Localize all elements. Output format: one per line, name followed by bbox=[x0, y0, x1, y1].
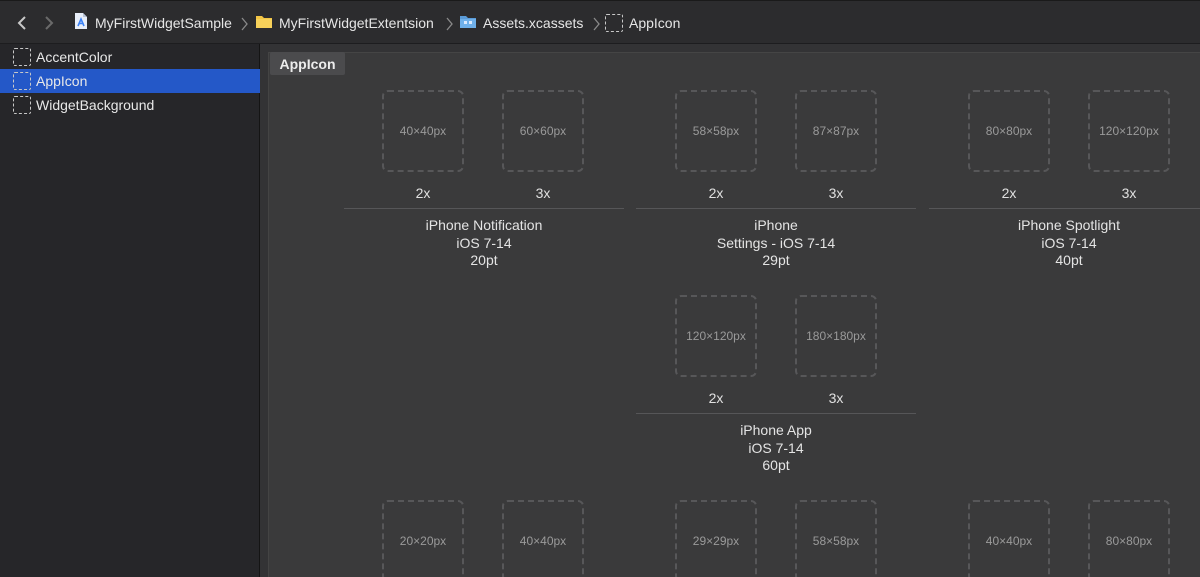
folder-icon bbox=[255, 13, 273, 34]
group-label-line: iPhone Notification bbox=[425, 217, 543, 233]
group-divider bbox=[344, 208, 624, 209]
group-label-line: 20pt bbox=[470, 252, 498, 268]
icon-slot-well[interactable]: 40×40px bbox=[382, 90, 464, 172]
breadcrumb-item-assets[interactable]: Assets.xcassets bbox=[459, 1, 583, 45]
icon-slot-well[interactable]: 180×180px bbox=[795, 295, 877, 377]
asset-list-item-widgetbackground[interactable]: WidgetBackground bbox=[0, 93, 260, 117]
group-label-line: iPhone Spotlight bbox=[1018, 217, 1120, 233]
chevron-right-icon bbox=[446, 17, 454, 36]
scale-label: 3x bbox=[828, 390, 844, 406]
asset-list-item-accentcolor[interactable]: AccentColor bbox=[0, 45, 260, 69]
group-label-line: iOS 7-14 bbox=[456, 234, 512, 251]
set-title: AppIcon bbox=[270, 52, 345, 75]
group-label-line: Settings - iOS 7-14 bbox=[716, 234, 836, 251]
color-set-icon bbox=[13, 96, 31, 114]
group-divider bbox=[636, 413, 916, 414]
chevron-right-icon bbox=[241, 17, 249, 36]
asset-list-sidebar: AccentColor AppIcon WidgetBackground bbox=[0, 44, 260, 577]
breadcrumb-item-folder[interactable]: MyFirstWidgetExtentsion bbox=[255, 1, 434, 45]
slot-group-label: iPhone Spotlight iOS 7-14 40pt bbox=[929, 217, 1200, 270]
group-label-line: iPhone App bbox=[740, 422, 812, 438]
color-set-icon bbox=[13, 48, 31, 66]
chevron-right-icon bbox=[593, 17, 601, 36]
icon-slot-well[interactable]: 80×80px bbox=[1088, 500, 1170, 577]
asset-list-item-appicon[interactable]: AppIcon bbox=[0, 69, 260, 93]
slot-group-label: iPhone Settings - iOS 7-14 29pt bbox=[636, 217, 916, 270]
icon-slot-well[interactable]: 60×60px bbox=[502, 90, 584, 172]
asset-catalog-icon bbox=[459, 13, 477, 34]
back-arrow-icon[interactable] bbox=[15, 15, 29, 31]
icon-slot-well[interactable]: 58×58px bbox=[675, 90, 757, 172]
scale-label: 3x bbox=[828, 185, 844, 201]
jump-bar: MyFirstWidgetSample MyFirstWidgetExtents… bbox=[0, 0, 1200, 44]
breadcrumb-item-project[interactable]: MyFirstWidgetSample bbox=[73, 1, 232, 45]
group-label-line: iOS 7-14 bbox=[1041, 234, 1097, 251]
breadcrumb-label: Assets.xcassets bbox=[483, 15, 584, 31]
breadcrumb-item-appicon[interactable]: AppIcon bbox=[605, 1, 680, 45]
group-divider bbox=[929, 208, 1200, 209]
scale-label: 3x bbox=[535, 185, 551, 201]
scale-label: 3x bbox=[1121, 185, 1137, 201]
group-label-line: 60pt bbox=[762, 457, 790, 473]
scale-label: 2x bbox=[708, 390, 724, 406]
breadcrumb-label: MyFirstWidgetExtentsion bbox=[279, 15, 434, 31]
icon-slot-well[interactable]: 120×120px bbox=[675, 295, 757, 377]
appicon-set-icon bbox=[605, 14, 623, 32]
group-label-line: iOS 7-14 bbox=[748, 439, 804, 456]
asset-label: WidgetBackground bbox=[36, 97, 155, 113]
group-divider bbox=[636, 208, 916, 209]
breadcrumb-label: MyFirstWidgetSample bbox=[95, 15, 232, 31]
icon-slot-well[interactable]: 120×120px bbox=[1088, 90, 1170, 172]
breadcrumb-label: AppIcon bbox=[629, 15, 681, 31]
icon-slot-well[interactable]: 40×40px bbox=[502, 500, 584, 577]
scale-label: 2x bbox=[415, 185, 431, 201]
icon-slot-well[interactable]: 40×40px bbox=[968, 500, 1050, 577]
forward-arrow-icon[interactable] bbox=[42, 15, 56, 31]
group-label-line: 40pt bbox=[1055, 252, 1083, 268]
icon-slot-well[interactable]: 87×87px bbox=[795, 90, 877, 172]
icon-slot-well[interactable]: 80×80px bbox=[968, 90, 1050, 172]
scale-label: 2x bbox=[1001, 185, 1017, 201]
xcode-project-icon bbox=[73, 12, 89, 35]
icon-slot-well[interactable]: 20×20px bbox=[382, 500, 464, 577]
slot-group-label: iPhone Notification iOS 7-14 20pt bbox=[344, 217, 624, 270]
asset-label: AppIcon bbox=[36, 73, 88, 89]
appicon-set-icon bbox=[13, 72, 31, 90]
scale-label: 2x bbox=[708, 185, 724, 201]
icon-slot-well[interactable]: 29×29px bbox=[675, 500, 757, 577]
icon-slot-well[interactable]: 58×58px bbox=[795, 500, 877, 577]
group-label-line: 29pt bbox=[762, 252, 790, 268]
group-label-line: iPhone bbox=[754, 217, 798, 233]
asset-label: AccentColor bbox=[36, 49, 113, 65]
slot-group-label: iPhone App iOS 7-14 60pt bbox=[636, 422, 916, 475]
